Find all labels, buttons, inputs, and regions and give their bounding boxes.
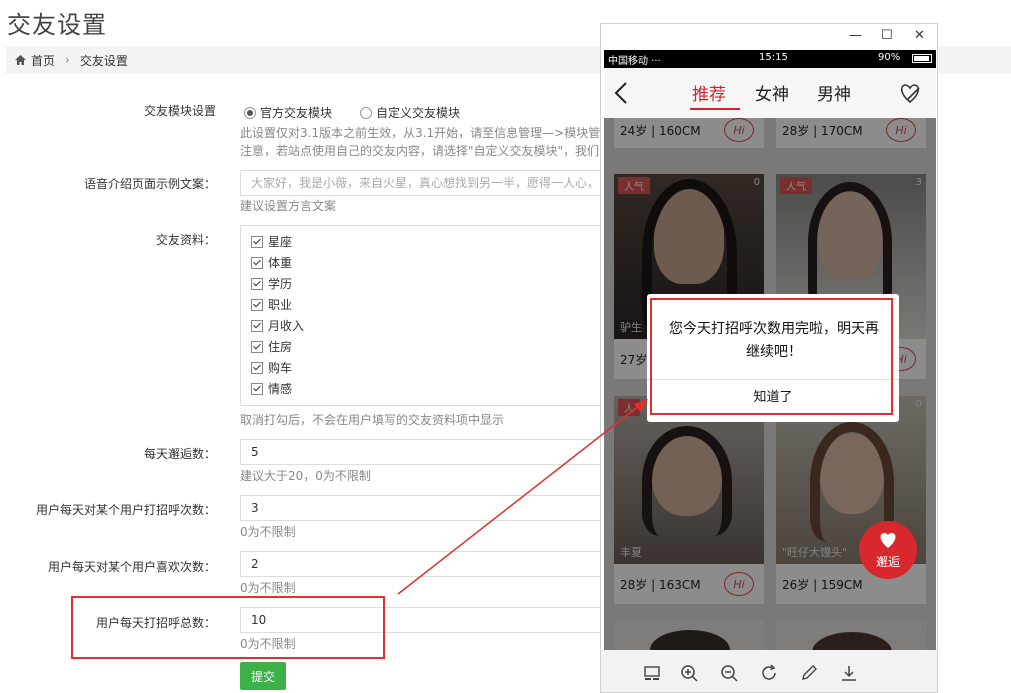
- annotation-arrow: [397, 399, 648, 595]
